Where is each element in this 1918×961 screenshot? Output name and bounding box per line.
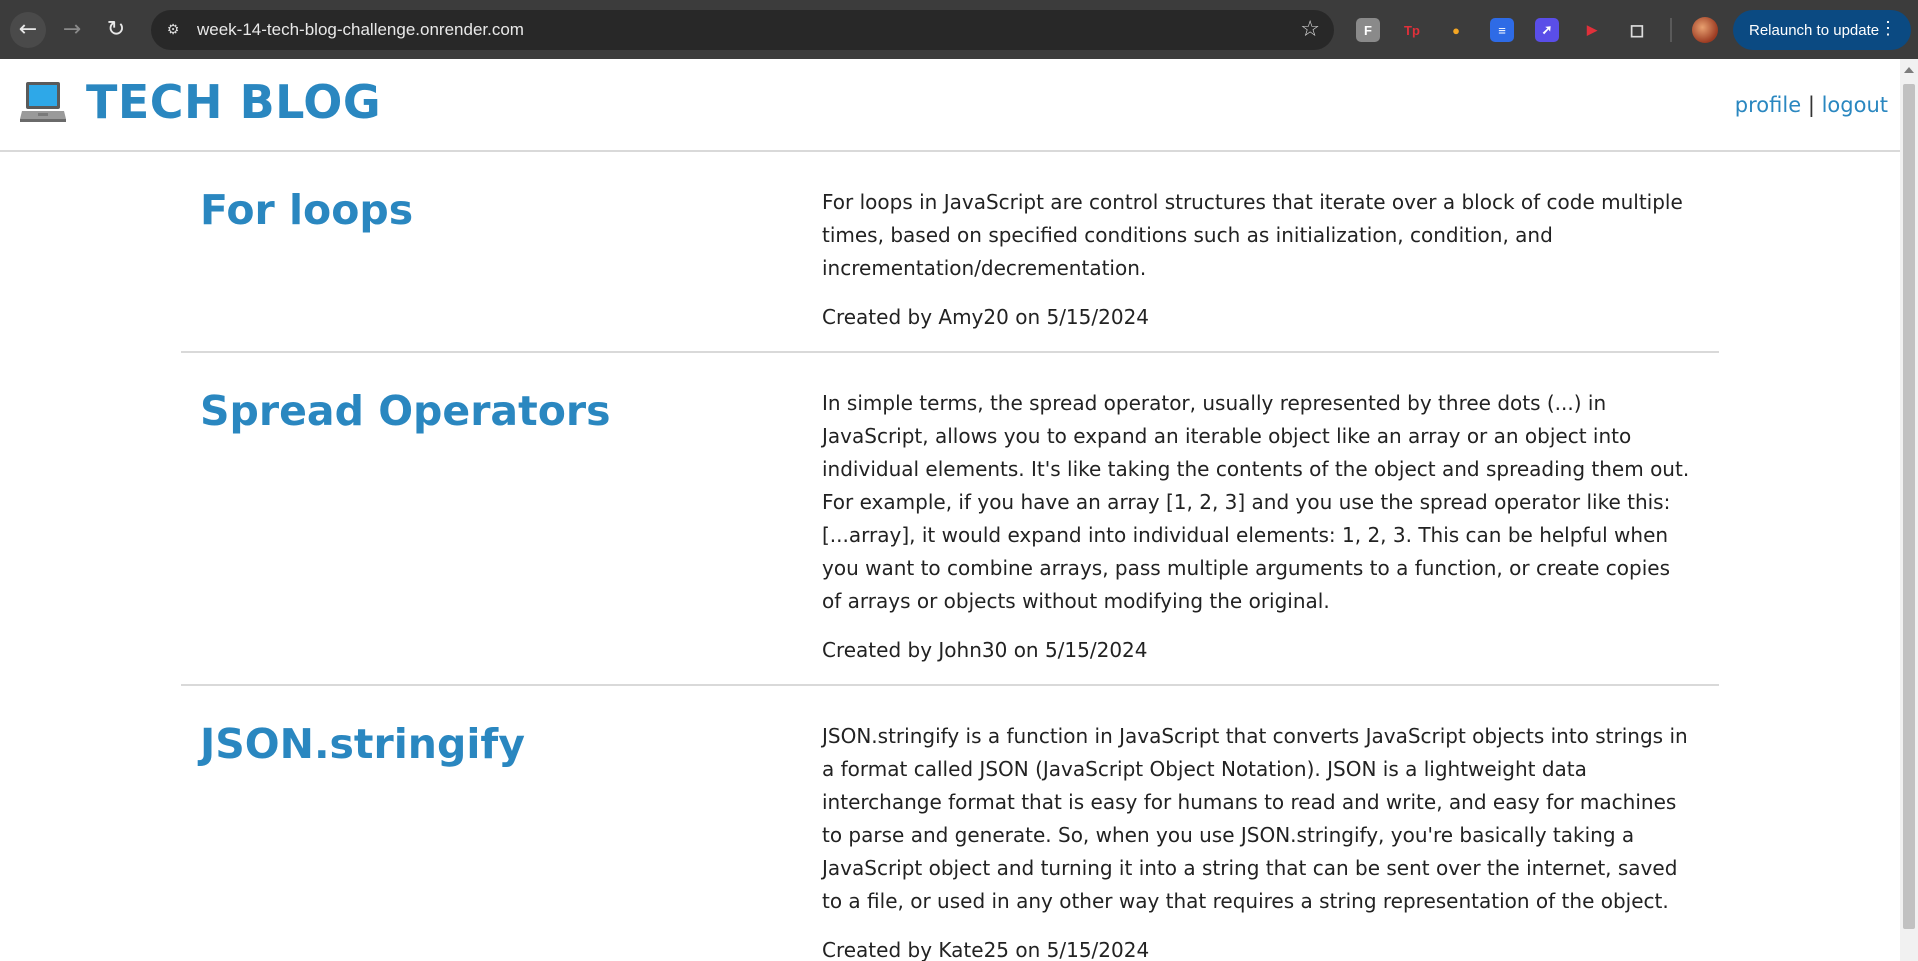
post-title[interactable]: Spread Operators bbox=[181, 353, 822, 684]
scroll-up-arrow-icon[interactable] bbox=[1904, 67, 1914, 73]
address-bar[interactable]: ⚙ week-14-tech-blog-challenge.onrender.c… bbox=[151, 10, 1334, 50]
flame-extension-icon[interactable]: ● bbox=[1444, 18, 1468, 42]
post-item: For loops For loops in JavaScript are co… bbox=[181, 152, 1719, 353]
post-content: JSON.stringify is a function in JavaScri… bbox=[822, 724, 1688, 913]
extensions-puzzle-icon[interactable]: ◻ bbox=[1625, 18, 1649, 42]
post-item: Spread Operators In simple terms, the sp… bbox=[181, 353, 1719, 686]
site-title[interactable]: TECH BLOG bbox=[86, 75, 381, 129]
profile-avatar[interactable] bbox=[1692, 17, 1718, 43]
back-arrow-icon[interactable]: ← bbox=[10, 11, 46, 48]
menu-dots-icon[interactable]: ⋮ bbox=[1879, 18, 1897, 39]
relaunch-button[interactable]: Relaunch to update ⋮ bbox=[1733, 10, 1911, 50]
post-list: For loops For loops in JavaScript are co… bbox=[181, 152, 1719, 961]
rocket-extension-icon[interactable]: ➚ bbox=[1535, 18, 1559, 42]
post-meta: Created by John30 on 5/15/2024 bbox=[822, 638, 1148, 662]
header-nav: profile | logout bbox=[1735, 93, 1888, 117]
post-title[interactable]: For loops bbox=[181, 152, 822, 351]
scrollbar-thumb[interactable] bbox=[1903, 84, 1915, 929]
laptop-icon bbox=[20, 82, 66, 122]
video-extension-icon[interactable]: ▶ bbox=[1580, 18, 1604, 42]
post-body: JSON.stringify is a function in JavaScri… bbox=[822, 686, 1692, 961]
profile-link[interactable]: profile bbox=[1735, 93, 1801, 117]
reload-icon[interactable]: ↻ bbox=[98, 12, 134, 48]
relaunch-label: Relaunch to update bbox=[1749, 21, 1880, 39]
nav-separator: | bbox=[1807, 93, 1815, 117]
post-meta: Created by Amy20 on 5/15/2024 bbox=[822, 305, 1150, 329]
tp-extension-icon[interactable]: Tp bbox=[1400, 18, 1424, 42]
fj-extension-icon[interactable]: F bbox=[1356, 18, 1380, 42]
post-content: In simple terms, the spread operator, us… bbox=[822, 391, 1690, 613]
site-header: TECH BLOG profile | logout bbox=[0, 59, 1900, 152]
post-body: In simple terms, the spread operator, us… bbox=[822, 353, 1692, 684]
toolbar-divider bbox=[1670, 18, 1672, 42]
bookmark-star-icon[interactable]: ☆ bbox=[1300, 17, 1320, 42]
forward-arrow-icon[interactable]: → bbox=[54, 12, 90, 48]
post-title[interactable]: JSON.stringify bbox=[181, 686, 822, 961]
site-info-icon[interactable]: ⚙ bbox=[159, 16, 187, 44]
post-content: For loops in JavaScript are control stru… bbox=[822, 190, 1683, 280]
page-scrollbar[interactable] bbox=[1900, 59, 1918, 961]
doc-extension-icon[interactable]: ≡ bbox=[1490, 18, 1514, 42]
post-body: For loops in JavaScript are control stru… bbox=[822, 152, 1692, 351]
browser-toolbar: ← → ↻ ⚙ week-14-tech-blog-challenge.onre… bbox=[0, 0, 1918, 59]
url-text[interactable]: week-14-tech-blog-challenge.onrender.com bbox=[197, 20, 524, 40]
post-item: JSON.stringify JSON.stringify is a funct… bbox=[181, 686, 1719, 961]
logout-link[interactable]: logout bbox=[1822, 93, 1888, 117]
post-meta: Created by Kate25 on 5/15/2024 bbox=[822, 938, 1150, 961]
